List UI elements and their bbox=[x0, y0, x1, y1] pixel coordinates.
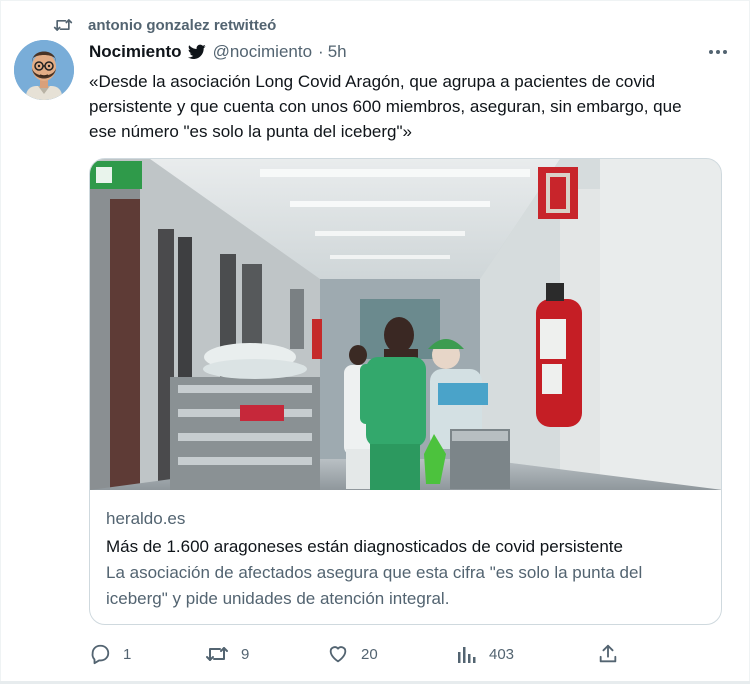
views-button[interactable]: 403 bbox=[457, 640, 514, 668]
tweet-text: «Desde la asociación Long Covid Aragón, … bbox=[89, 72, 682, 141]
separator-dot: · bbox=[318, 42, 324, 61]
views-count: 403 bbox=[489, 645, 515, 663]
retweet-icon bbox=[52, 14, 74, 36]
tweet-header: Nocimiento @nocimiento · 5h bbox=[89, 40, 730, 64]
avatar[interactable] bbox=[14, 40, 74, 100]
card-image bbox=[90, 159, 721, 490]
link-card[interactable]: heraldo.es Más de 1.600 aragoneses están… bbox=[89, 158, 722, 625]
like-button[interactable]: 20 bbox=[327, 640, 378, 668]
tweet-actions: 1 9 20 403 bbox=[89, 640, 629, 668]
tweet-timestamp[interactable]: 5h bbox=[328, 42, 347, 62]
reply-count: 1 bbox=[123, 645, 132, 663]
reply-icon bbox=[89, 643, 111, 665]
share-button[interactable] bbox=[597, 640, 619, 668]
author-handle[interactable]: @nocimiento bbox=[213, 42, 312, 62]
twitter-bird-icon bbox=[187, 43, 207, 62]
card-description: La asociación de afectados asegura que e… bbox=[106, 563, 643, 608]
like-count: 20 bbox=[361, 645, 378, 663]
reply-button[interactable]: 1 bbox=[89, 640, 131, 668]
retweet-header[interactable]: antonio gonzalez retwitteó bbox=[52, 14, 276, 36]
analytics-icon bbox=[457, 644, 477, 664]
retweet-button[interactable]: 9 bbox=[205, 640, 249, 668]
more-options-icon[interactable] bbox=[706, 40, 730, 64]
retweet-count: 9 bbox=[241, 645, 250, 663]
card-title: Más de 1.600 aragoneses están diagnostic… bbox=[106, 537, 623, 556]
retweet-text: antonio gonzalez retwitteó bbox=[88, 16, 277, 34]
card-meta: heraldo.es Más de 1.600 aragoneses están… bbox=[106, 508, 705, 612]
retweet-action-icon bbox=[205, 643, 229, 665]
author-name[interactable]: Nocimiento bbox=[89, 42, 182, 62]
heart-icon bbox=[327, 643, 349, 665]
share-icon bbox=[597, 643, 619, 665]
card-domain: heraldo.es bbox=[106, 509, 186, 528]
